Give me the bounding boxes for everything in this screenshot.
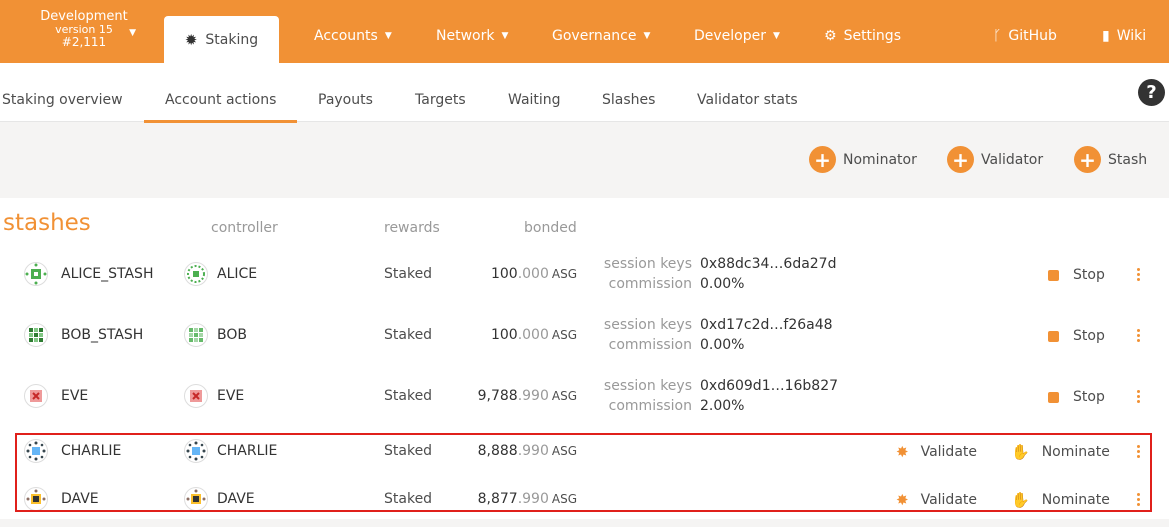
chevron-down-icon: ▼	[129, 28, 136, 38]
subtab-staking-overview[interactable]: Staking overview	[2, 92, 123, 108]
stash-account-name[interactable]: ALICE_STASH	[61, 266, 153, 282]
session-keys-label: session keys	[603, 378, 692, 394]
menu-wiki-label: Wiki	[1116, 28, 1147, 44]
top-navbar: Development version 15 #2,111 ▼ ✹ Stakin…	[0, 0, 1169, 63]
identicon-icon[interactable]	[184, 323, 208, 347]
controller-account-name[interactable]: EVE	[217, 388, 244, 404]
menu-github[interactable]: ᚴ GitHub	[993, 28, 1057, 44]
rewards-status: Staked	[384, 266, 433, 282]
session-keys-value: 0x88dc34…6da27d	[700, 256, 837, 272]
chevron-down-icon: ▼	[643, 31, 651, 41]
header-controller: controller	[211, 220, 278, 236]
session-keys-value: 0xd609d1…16b827	[700, 378, 839, 394]
sub-navbar: Staking overview Account actions Payouts…	[0, 63, 1169, 123]
add-validator-label: Validator	[981, 151, 1044, 168]
session-keys-label: session keys	[603, 317, 692, 333]
menu-settings-label: Settings	[843, 28, 901, 44]
code-branch-icon: ᚴ	[993, 28, 1002, 44]
plus-icon: +	[947, 146, 974, 173]
identicon-icon[interactable]	[184, 262, 208, 286]
menu-developer-label: Developer	[694, 28, 767, 44]
subtab-account-actions[interactable]: Account actions	[165, 92, 276, 108]
add-validator-button[interactable]: + Validator	[947, 146, 1043, 173]
stop-button[interactable]: Stop	[1048, 267, 1105, 283]
header-rewards: rewards	[384, 220, 440, 236]
plus-icon: +	[809, 146, 836, 173]
commission-label: commission	[608, 337, 692, 353]
identicon-icon[interactable]	[24, 323, 48, 347]
subtab-validator-stats[interactable]: Validator stats	[697, 92, 798, 108]
table-row: EVE EVE Staked 9,788.990 ASG session keys…	[0, 378, 1169, 424]
menu-network-label: Network	[436, 28, 495, 44]
session-keys-label: session keys	[603, 256, 692, 272]
add-nominator-button[interactable]: + Nominator	[809, 146, 917, 173]
menu-accounts-label: Accounts	[314, 28, 378, 44]
subtab-waiting[interactable]: Waiting	[508, 92, 561, 108]
stop-label: Stop	[1073, 267, 1105, 283]
commission-value: 2.00%	[700, 398, 745, 414]
rewards-status: Staked	[384, 388, 433, 404]
commission-value: 0.00%	[700, 276, 745, 292]
stop-label: Stop	[1073, 328, 1105, 344]
tab-staking-label: Staking	[205, 31, 259, 48]
highlight-box	[15, 433, 1152, 512]
subtab-payouts[interactable]: Payouts	[318, 92, 373, 108]
active-tab-indicator	[144, 120, 297, 123]
identicon-icon[interactable]	[184, 384, 208, 408]
stop-button[interactable]: Stop	[1048, 328, 1105, 344]
gear-icon: ✹	[184, 30, 198, 49]
controller-account-name[interactable]: BOB	[217, 327, 247, 343]
identicon-icon[interactable]	[24, 384, 48, 408]
commission-label: commission	[608, 398, 692, 414]
plus-icon: +	[1074, 146, 1101, 173]
add-nominator-label: Nominator	[843, 151, 917, 168]
book-icon: ▮	[1102, 28, 1110, 44]
more-options-icon[interactable]	[1134, 390, 1142, 403]
header-bonded: bonded	[524, 220, 577, 236]
menu-settings[interactable]: ⚙ Settings	[824, 28, 901, 44]
stop-icon	[1048, 269, 1059, 281]
commission-label: commission	[608, 276, 692, 292]
bonded-amount: 100.000 ASG	[490, 266, 577, 282]
stop-icon	[1048, 391, 1059, 403]
menu-accounts[interactable]: Accounts ▼	[314, 28, 392, 44]
controller-account-name[interactable]: ALICE	[217, 266, 257, 282]
stash-account-name[interactable]: BOB_STASH	[61, 327, 143, 343]
menu-github-label: GitHub	[1008, 28, 1057, 44]
menu-governance[interactable]: Governance ▼	[552, 28, 650, 44]
subtab-slashes[interactable]: Slashes	[602, 92, 655, 108]
stop-icon	[1048, 330, 1059, 342]
menu-wiki[interactable]: ▮ Wiki	[1102, 28, 1146, 44]
chain-name: Development	[40, 9, 128, 24]
table-row: ALICE_STASH ALICE Staked 100.000 ASG sess…	[0, 256, 1169, 302]
table-title: stashes	[3, 210, 91, 236]
stop-label: Stop	[1073, 389, 1105, 405]
bonded-amount: 100.000 ASG	[490, 327, 577, 343]
rewards-status: Staked	[384, 327, 433, 343]
commission-value: 0.00%	[700, 337, 745, 353]
chevron-down-icon: ▼	[384, 31, 392, 41]
session-keys-value: 0xd17c2d…f26a48	[700, 317, 833, 333]
stash-account-name[interactable]: EVE	[61, 388, 88, 404]
chevron-down-icon: ▼	[501, 31, 509, 41]
stop-button[interactable]: Stop	[1048, 389, 1105, 405]
table-row: BOB_STASH BOB Staked 100.000 ASG session …	[0, 317, 1169, 363]
cogs-icon: ⚙	[824, 28, 837, 44]
menu-governance-label: Governance	[552, 28, 637, 44]
help-icon[interactable]: ?	[1138, 79, 1165, 106]
add-stash-label: Stash	[1108, 151, 1148, 168]
bonded-amount: 9,788.990 ASG	[477, 388, 577, 404]
more-options-icon[interactable]	[1134, 268, 1142, 281]
subtab-targets[interactable]: Targets	[415, 92, 466, 108]
chain-info[interactable]: Development version 15 #2,111 ▼	[14, 10, 154, 49]
tab-staking[interactable]: ✹ Staking	[164, 16, 279, 63]
menu-developer[interactable]: Developer ▼	[694, 28, 780, 44]
chevron-down-icon: ▼	[773, 31, 780, 41]
more-options-icon[interactable]	[1134, 329, 1142, 342]
identicon-icon[interactable]	[24, 262, 48, 286]
add-stash-button[interactable]: + Stash	[1074, 146, 1147, 173]
menu-network[interactable]: Network ▼	[436, 28, 508, 44]
